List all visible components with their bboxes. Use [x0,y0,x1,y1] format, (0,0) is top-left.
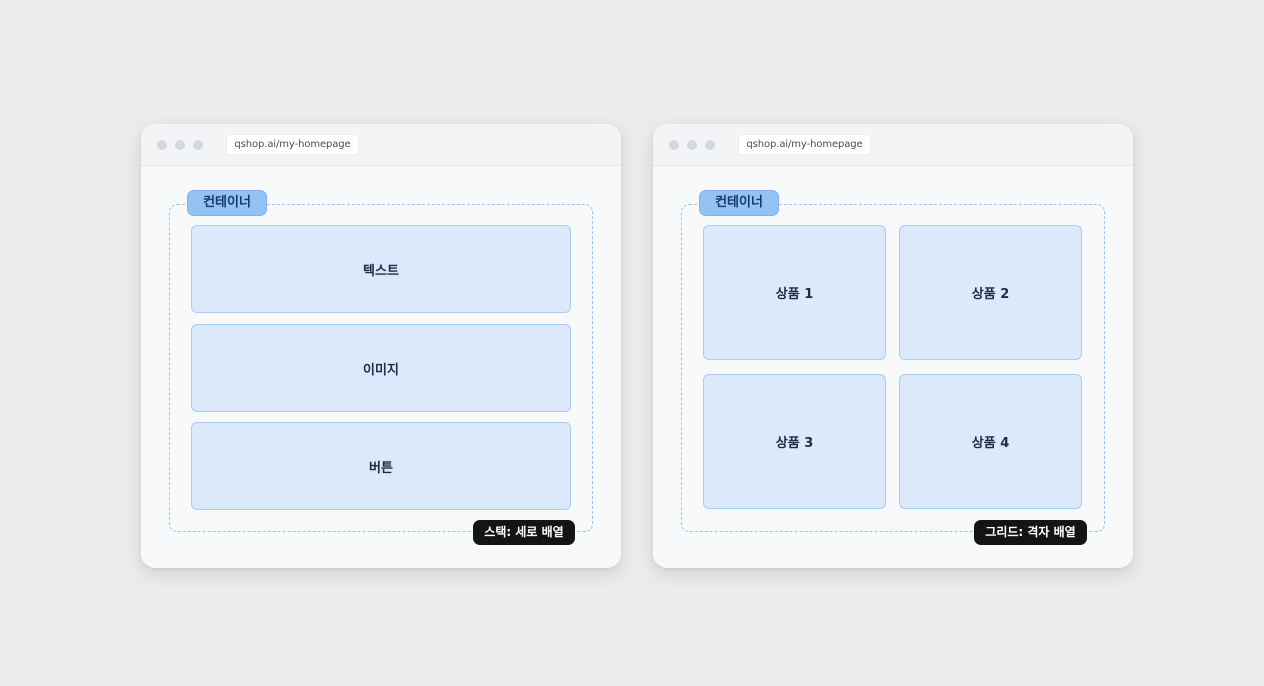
window-control-dot[interactable] [687,140,697,150]
grid-item-label: 상품 3 [775,436,814,451]
window-control-dot[interactable] [669,140,679,150]
window-control-dot[interactable] [175,140,185,150]
container-label-chip: 컨테이너 [187,190,267,216]
window-control-dot[interactable] [193,140,203,150]
browser-window-stack: qshop.ai/my-homepage 컨테이너 텍스트 이미지 버튼 스택:… [141,124,621,568]
grid-item-label: 상품 1 [775,287,814,302]
address-bar[interactable]: qshop.ai/my-homepage [226,134,359,155]
grid-item-product-1[interactable]: 상품 1 [703,225,886,360]
title-bar: qshop.ai/my-homepage [653,124,1133,166]
stack-item-button[interactable]: 버튼 [191,422,571,510]
stack-item-label: 이미지 [363,362,399,378]
container-label-chip: 컨테이너 [699,190,779,216]
title-bar: qshop.ai/my-homepage [141,124,621,166]
stack-item-text[interactable]: 텍스트 [191,225,571,313]
grid-item-label: 상품 2 [971,287,1010,302]
stack-item-label: 버튼 [369,460,393,476]
layout-caption-badge: 스택: 세로 배열 [473,520,575,545]
layout-caption-badge: 그리드: 격자 배열 [974,520,1087,545]
grid-item-label: 상품 4 [971,436,1010,451]
stack-item-label: 텍스트 [363,263,399,279]
window-control-dot[interactable] [157,140,167,150]
stage: qshop.ai/my-homepage 컨테이너 텍스트 이미지 버튼 스택:… [0,0,1264,686]
grid-item-product-2[interactable]: 상품 2 [899,225,1082,360]
grid-item-product-4[interactable]: 상품 4 [899,374,1082,509]
stack-item-image[interactable]: 이미지 [191,324,571,412]
address-bar[interactable]: qshop.ai/my-homepage [738,134,871,155]
browser-window-grid: qshop.ai/my-homepage 컨테이너 상품 1 상품 2 상품 3… [653,124,1133,568]
grid-item-product-3[interactable]: 상품 3 [703,374,886,509]
window-control-dot[interactable] [705,140,715,150]
